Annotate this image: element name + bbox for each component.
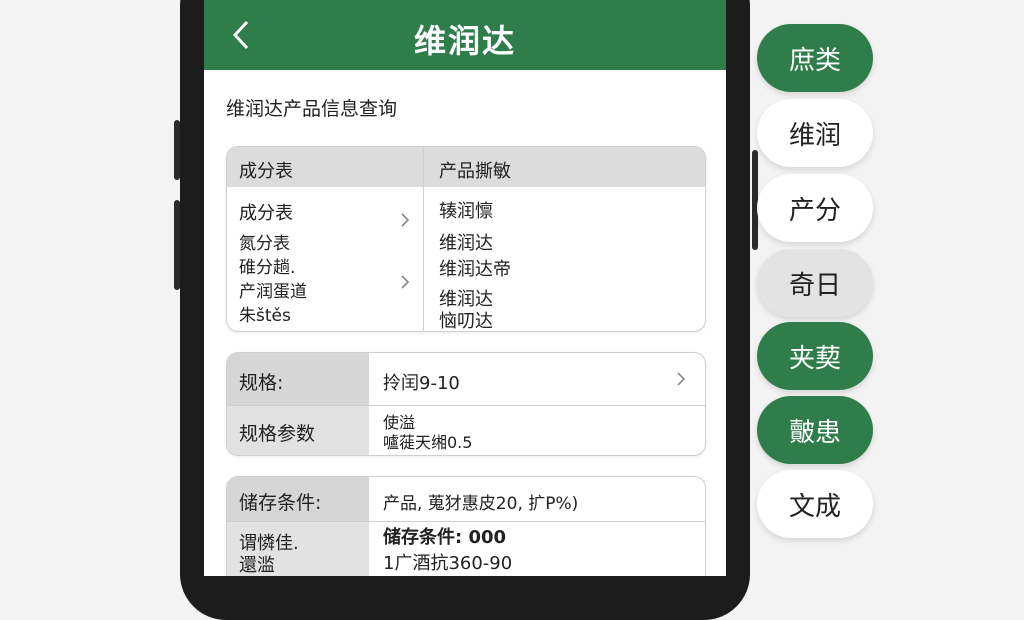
storage-temperature-value: 1广酒抗360-90: [383, 553, 513, 574]
ingredient-left-item[interactable]: 朱štěs: [239, 301, 291, 326]
storage-sub-label: 還滥: [239, 555, 275, 576]
category-pill[interactable]: 庶类: [757, 24, 873, 92]
category-pill[interactable]: 维润: [757, 99, 873, 167]
chevron-right-icon[interactable]: [399, 273, 411, 291]
app-title: 维润达: [413, 22, 516, 60]
chevron-right-icon[interactable]: [675, 370, 687, 388]
phone-screen: 维润达 维润达产品信息查询 成分表 产品撕敏 成分表 氮分表 碓分趟. 产润蛋道…: [204, 0, 726, 576]
storage-card: 储存条件: 产品, 蒐犲惠皮20, 扩P%) 谓憐佳. 還滥 储存条件: 000…: [226, 476, 706, 576]
storage-label: 储存条件:: [239, 492, 322, 514]
ingredient-left-item[interactable]: 碓分趟.: [239, 253, 295, 278]
spec-value[interactable]: 拎闰9-10: [383, 369, 460, 395]
row-divider: [227, 405, 705, 406]
category-pill[interactable]: 文成: [757, 470, 873, 538]
category-pill[interactable]: 产分: [757, 174, 873, 242]
spec-params-value: 嚧蓰天缃0.5: [383, 433, 473, 452]
row-divider: [227, 521, 705, 522]
ingredient-right-item: 维润达帝: [439, 259, 511, 280]
spec-label: 规格:: [239, 372, 284, 394]
page-heading: 维润达产品信息查询: [226, 98, 398, 120]
ingredients-card: 成分表 产品撕敏 成分表 氮分表 碓分趟. 产润蛋道 朱štěs 辏润懔 维润达…: [226, 146, 706, 332]
spec-card: 规格: 拎闰9-10 规格参数 使溢 嚧蓰天缃0.5: [226, 352, 706, 456]
ingredients-header-left: 成分表: [239, 161, 293, 182]
ingredient-left-item[interactable]: 氮分表: [239, 229, 290, 254]
column-divider: [423, 147, 424, 331]
ingredients-header-right: 产品撕敏: [439, 161, 511, 182]
app-bar: 维润达: [204, 0, 726, 70]
category-pill[interactable]: 奇日: [757, 249, 873, 317]
ingredient-left-item[interactable]: 成分表: [239, 199, 293, 225]
ingredient-right-item: 辏润懔: [439, 201, 493, 222]
storage-value: 产品, 蒐犲惠皮20, 扩P%): [383, 494, 579, 514]
phone-side-button: [174, 200, 180, 290]
chevron-right-icon[interactable]: [399, 211, 411, 229]
ingredient-right-item: 恼叨达: [439, 311, 493, 332]
phone-volume-button: [174, 120, 180, 180]
ingredient-left-item[interactable]: 产润蛋道: [239, 277, 307, 302]
category-pill[interactable]: 皾患: [757, 396, 873, 464]
storage-condition-value: 储存条件: 000: [383, 527, 507, 548]
category-pill[interactable]: 夹葜: [757, 322, 873, 390]
spec-params-label: 规格参数: [239, 423, 316, 445]
ingredient-right-item: 维润达: [439, 233, 493, 254]
